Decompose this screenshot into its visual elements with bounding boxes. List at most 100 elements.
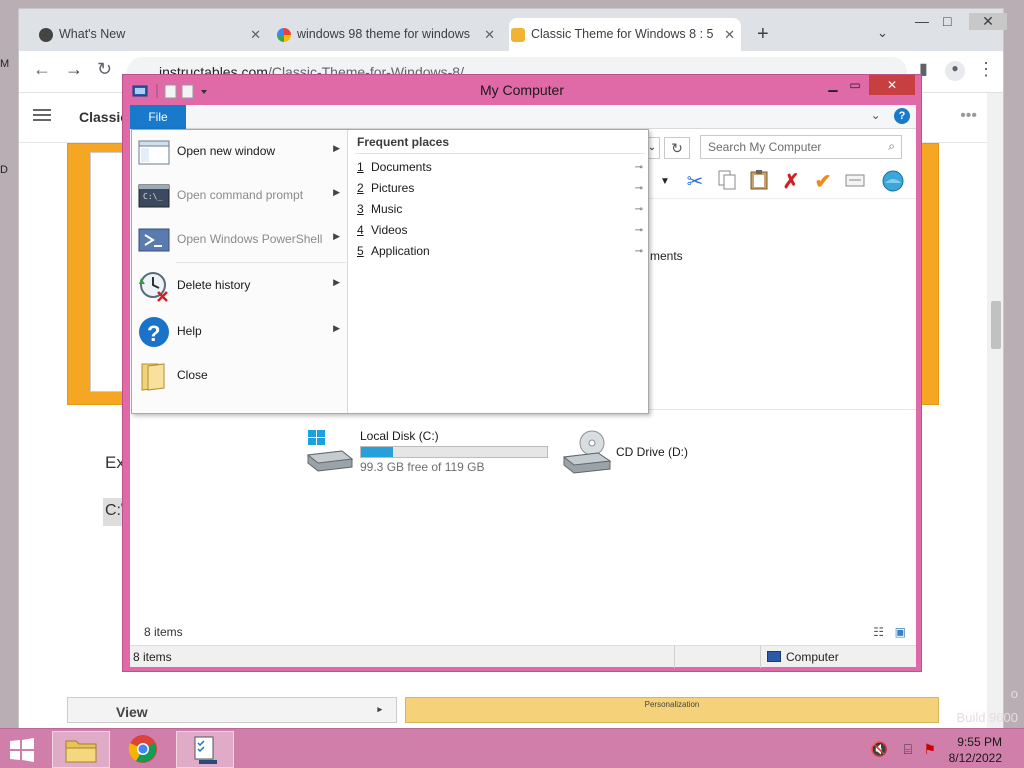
svg-text:C:\_: C:\_ (143, 192, 162, 201)
frequent-place-application[interactable]: 5 Application ⊸ (357, 244, 647, 265)
volume-muted-icon[interactable]: 🔇 (871, 741, 888, 758)
tab-search-chevron-icon[interactable]: ⌄ (877, 25, 888, 41)
menu-item-label: Open Windows PowerShell (177, 232, 323, 246)
close-icon[interactable]: ✕ (969, 13, 1007, 30)
tab-label: Classic Theme for Windows 8 : 5 (531, 27, 714, 41)
network-icon[interactable]: ⌸ (904, 741, 912, 758)
frequent-place-number: 4 (357, 223, 364, 237)
view-card[interactable]: View ▸ (67, 697, 397, 723)
title-bar[interactable]: My Computer ▁ ▭ ✕ (123, 75, 921, 105)
build-watermark: Build 9600 (956, 710, 1018, 725)
frequent-place-label: Music (371, 202, 403, 216)
globe-icon[interactable] (880, 169, 906, 195)
file-tab[interactable]: File (130, 105, 186, 129)
clock[interactable]: 9:55 PM 8/12/2022 (949, 734, 1002, 766)
frequent-place-pictures[interactable]: 2 Pictures ⊸ (357, 181, 647, 202)
new-tab-button[interactable]: + (757, 23, 769, 46)
frequent-place-number: 5 (357, 244, 364, 258)
submenu-arrow-icon: ▶ (333, 187, 340, 197)
pin-icon[interactable]: ⊸ (635, 246, 643, 257)
drive-local-disk-c[interactable]: Local Disk (C:) 99.3 GB free of 119 GB (306, 429, 566, 475)
close-window-button[interactable]: ✕ (869, 75, 915, 95)
dropdown-arrow-icon[interactable]: ▼ (652, 169, 678, 195)
google-icon (277, 28, 291, 42)
menu-item-delete-history[interactable]: Delete history ▶ (132, 264, 348, 308)
page-scrollbar[interactable] (987, 93, 1003, 729)
file-menu: Open new window ▶ C:\_ Open command prom… (131, 129, 649, 414)
frequent-place-label: Application (371, 244, 430, 258)
menu-item-open-powershell[interactable]: Open Windows PowerShell ▶ (132, 218, 348, 262)
frequent-place-videos[interactable]: 4 Videos ⊸ (357, 223, 647, 244)
maximize-icon[interactable]: □ (943, 13, 951, 29)
tab-whats-new[interactable]: What's New ✕ (37, 18, 267, 51)
build-watermark: o (1010, 686, 1018, 701)
delete-icon[interactable]: ✗ (778, 169, 804, 195)
card-label: Personalization (644, 700, 700, 709)
tab-classic-theme[interactable]: Classic Theme for Windows 8 : 5 ✕ (509, 18, 741, 51)
cd-drive-icon (562, 430, 612, 474)
menu-item-open-command-prompt[interactable]: C:\_ Open command prompt ▶ (132, 174, 348, 218)
maximize-icon[interactable]: ▭ (841, 75, 869, 95)
properties-icon[interactable] (842, 169, 868, 195)
menu-item-help[interactable]: ? Help ▶ (132, 310, 348, 354)
close-icon[interactable]: ✕ (724, 18, 735, 51)
folder-icon (65, 740, 97, 763)
menu-kebab-icon[interactable]: ⋮ (977, 59, 995, 80)
pin-icon[interactable]: ⊸ (635, 204, 643, 215)
submenu-arrow-icon: ▶ (333, 143, 340, 153)
submenu-arrow-icon: ▶ (333, 231, 340, 241)
pin-icon[interactable]: ⊸ (635, 183, 643, 194)
command-prompt-icon: C:\_ (138, 184, 170, 208)
scrollbar-thumb[interactable] (991, 301, 1001, 349)
details-view-icon[interactable]: ☷ (873, 625, 884, 639)
tab-google-search[interactable]: windows 98 theme for windows ✕ (275, 18, 501, 51)
pin-icon[interactable]: ⊸ (635, 162, 643, 173)
action-center-icon[interactable]: ⚑ (923, 741, 936, 758)
profile-avatar-icon[interactable]: ● (945, 61, 965, 81)
close-icon[interactable]: ✕ (250, 18, 261, 51)
menu-separator (176, 262, 346, 263)
tab-label: windows 98 theme for windows (297, 27, 470, 41)
hamburger-menu-icon[interactable] (33, 109, 51, 111)
drive-usage-fill (361, 447, 393, 457)
computer-icon (767, 651, 781, 662)
window-icon (138, 140, 170, 165)
search-input[interactable]: Search My Computer ⌕ (700, 135, 902, 159)
submenu-arrow-icon: ▶ (333, 277, 340, 287)
site-title: Classic (79, 109, 129, 125)
start-button[interactable] (6, 737, 38, 763)
frequent-place-documents[interactable]: 1 Documents ⊸ (357, 160, 647, 181)
chrome-icon (128, 735, 157, 763)
forward-arrow-icon[interactable]: → (65, 59, 83, 80)
drive-cd-d[interactable]: CD Drive (D:) (562, 429, 702, 475)
status-items-count: 8 items (133, 650, 172, 664)
rename-check-icon[interactable]: ✔ (810, 169, 836, 195)
back-arrow-icon[interactable]: ← (33, 59, 51, 80)
taskbar-task-app[interactable] (176, 731, 234, 768)
taskbar-chrome[interactable] (114, 731, 172, 768)
clock-date: 8/12/2022 (948, 751, 1002, 765)
menu-item-open-new-window[interactable]: Open new window ▶ (132, 130, 348, 174)
frequent-place-music[interactable]: 3 Music ⊸ (357, 202, 647, 223)
more-options-icon[interactable]: ••• (960, 107, 977, 125)
refresh-icon[interactable]: ↻ (664, 137, 690, 159)
taskbar-file-explorer[interactable] (52, 731, 110, 768)
personalization-card[interactable]: Personalization (405, 697, 939, 723)
large-icons-view-icon[interactable]: ▣ (895, 625, 906, 639)
help-icon[interactable]: ? (894, 108, 910, 124)
minimize-icon[interactable]: — (915, 13, 929, 29)
paste-icon[interactable] (746, 169, 772, 195)
status-divider (674, 646, 675, 668)
status-location: Computer (786, 650, 839, 664)
clock-time: 9:55 PM (957, 735, 1002, 749)
pin-icon[interactable]: ⊸ (635, 225, 643, 236)
copy-icon[interactable] (714, 169, 740, 195)
expand-ribbon-chevron-icon[interactable]: ⌄ (871, 108, 881, 122)
menu-item-close[interactable]: Close (132, 354, 348, 398)
window-title: My Computer (479, 82, 565, 98)
close-icon[interactable]: ✕ (484, 18, 495, 51)
reload-icon[interactable]: ↻ (97, 59, 112, 80)
submenu-arrow-icon: ▶ (333, 323, 340, 333)
cut-icon[interactable]: ✂ (682, 169, 708, 195)
instructables-logo-icon (511, 28, 525, 42)
